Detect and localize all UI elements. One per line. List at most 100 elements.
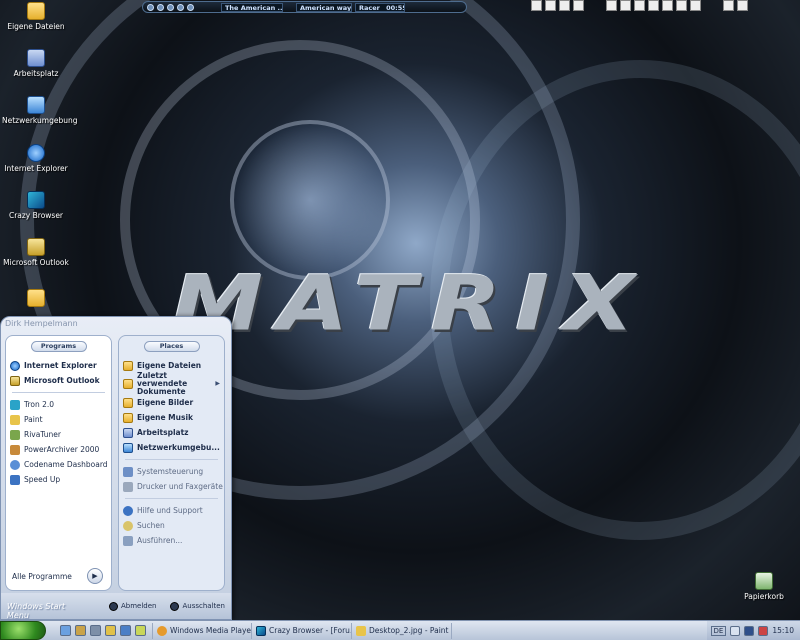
place-hilfe[interactable]: Hilfe und Support: [119, 503, 224, 518]
desktop-icon-label: Eigene Dateien: [7, 22, 65, 31]
internet-explorer-icon: [27, 144, 45, 162]
toolbar-gap: [587, 0, 603, 11]
place-ausfuehren[interactable]: Ausführen...: [119, 533, 224, 548]
start-item-codename-dashboard[interactable]: Codename Dashboard: [6, 457, 111, 472]
network-icon: [27, 96, 45, 114]
app-icon[interactable]: [531, 0, 542, 11]
place-eigene-bilder[interactable]: Eigene Bilder: [119, 395, 224, 410]
paint-icon: [10, 414, 20, 425]
start-item-paint[interactable]: Paint: [6, 412, 111, 427]
previous-icon[interactable]: [177, 3, 184, 11]
app-icon[interactable]: [648, 0, 659, 11]
word-icon[interactable]: [606, 0, 617, 11]
logoff-icon: [108, 601, 118, 611]
app-icon[interactable]: [545, 0, 556, 11]
place-arbeitsplatz[interactable]: Arbeitsplatz: [119, 425, 224, 440]
folder-icon: [123, 360, 133, 371]
desktop-icon-netzwerkumgebung[interactable]: Netzwerkumgebung: [2, 96, 78, 125]
start-item-internet-explorer[interactable]: Internet Explorer: [6, 358, 111, 373]
start-item-speed-up[interactable]: Speed Up: [6, 472, 111, 487]
app-icon[interactable]: [135, 625, 146, 636]
desktop-icon-eigene-dateien[interactable]: Eigene Dateien: [2, 2, 70, 31]
desktop-icon-label: Internet Explorer: [4, 164, 68, 173]
arrow-right-icon: ▶: [87, 568, 103, 584]
start-item-rivatuner[interactable]: RivaTuner: [6, 427, 111, 442]
shutdown-button[interactable]: Ausschalten: [170, 601, 225, 611]
task-button-crazy-browser[interactable]: Crazy Browser - [Foru...: [252, 622, 352, 639]
place-eigene-musik[interactable]: Eigene Musik: [119, 410, 224, 425]
internet-explorer-icon: [10, 360, 20, 371]
app-tray-icon[interactable]: [758, 625, 769, 636]
media-player-title: American way: [296, 2, 352, 12]
app-icon[interactable]: [573, 0, 584, 11]
place-recent-documents[interactable]: Zuletzt verwendete Dokumente ▶: [119, 372, 224, 396]
media-player-toolbar: The American ... American way Racer 00:5…: [142, 1, 467, 13]
app-icon[interactable]: [676, 0, 687, 11]
place-eigene-dateien[interactable]: Eigene Dateien: [119, 358, 224, 373]
desktop-icon-folder[interactable]: [2, 289, 70, 309]
place-netzwerkumgebung[interactable]: Netzwerkumgebu...: [119, 440, 224, 455]
pause-icon[interactable]: [157, 3, 164, 11]
media-player-track: The American ...: [221, 2, 283, 12]
logoff-button[interactable]: Abmelden: [108, 601, 156, 611]
clock[interactable]: 15:10: [772, 626, 794, 635]
start-menu-programs-panel: Programs Internet Explorer Microsoft Out…: [5, 335, 112, 591]
start-menu-places-panel: Places Eigene Dateien Zuletzt verwendete…: [118, 335, 225, 591]
run-icon: [123, 535, 133, 546]
play-icon[interactable]: [147, 3, 154, 11]
speed-icon: [10, 474, 20, 485]
music-icon: [123, 412, 133, 423]
next-icon[interactable]: [187, 3, 194, 11]
desktop-icon-label: Arbeitsplatz: [13, 69, 59, 78]
stop-icon[interactable]: [167, 3, 174, 11]
place-suchen[interactable]: Suchen: [119, 518, 224, 533]
taskbar: Windows Media Player Crazy Browser - [Fo…: [0, 620, 800, 640]
task-button-paint[interactable]: Desktop_2.jpg - Paint: [352, 622, 452, 639]
language-indicator[interactable]: DE: [710, 625, 727, 636]
app-icon[interactable]: [90, 625, 101, 636]
computer-icon: [27, 49, 45, 67]
app-icon[interactable]: [634, 0, 645, 11]
quicklaunch-bar: [60, 625, 146, 636]
app-icon[interactable]: [737, 0, 748, 11]
app-icon[interactable]: [662, 0, 673, 11]
app-icon[interactable]: [690, 0, 701, 11]
place-systemsteuerung[interactable]: Systemsteuerung: [119, 464, 224, 479]
app-icon[interactable]: [120, 625, 131, 636]
media-player-label: Racer 00:55: [355, 2, 405, 12]
wallpaper-core: [230, 120, 390, 280]
app-icon[interactable]: [559, 0, 570, 11]
app-icon[interactable]: [105, 625, 116, 636]
desktop-icon-crazy-browser[interactable]: Crazy Browser: [2, 191, 70, 220]
desktop-icon-label: Microsoft Outlook: [3, 258, 69, 267]
media-icon[interactable]: [744, 625, 755, 636]
desktop-icon-arbeitsplatz[interactable]: Arbeitsplatz: [2, 49, 70, 78]
start-item-powerarchiver[interactable]: PowerArchiver 2000: [6, 442, 111, 457]
chevron-right-icon: ▶: [215, 380, 220, 387]
desktop-icon-recycle-bin[interactable]: Papierkorb: [730, 572, 798, 601]
app-icon[interactable]: [620, 0, 631, 11]
toolbar-gap: [704, 0, 720, 11]
volume-icon[interactable]: [730, 625, 741, 636]
start-item-microsoft-outlook[interactable]: Microsoft Outlook: [6, 373, 111, 388]
app-icon[interactable]: [75, 625, 86, 636]
places-header: Places: [143, 341, 200, 352]
programs-header: Programs: [30, 341, 87, 352]
desktop-icon[interactable]: [723, 0, 734, 11]
show-desktop-icon[interactable]: [60, 625, 71, 636]
separator: [125, 498, 218, 499]
quicklaunch-toolbar-top: [531, 0, 748, 11]
desktop-icon-microsoft-outlook[interactable]: Microsoft Outlook: [2, 238, 70, 267]
computer-icon: [123, 427, 133, 438]
system-tray: DE 15:10: [706, 620, 800, 640]
start-item-tron[interactable]: Tron 2.0: [6, 397, 111, 412]
media-player-icon: [157, 625, 167, 636]
task-button-media-player[interactable]: Windows Media Player: [152, 622, 252, 639]
dashboard-icon: [10, 459, 20, 470]
place-drucker[interactable]: Drucker und Faxgeräte: [119, 479, 224, 494]
start-menu-footer: Windows Start Menu Abmelden Ausschalten: [1, 593, 231, 619]
all-programs-button[interactable]: Alle Programme ▶: [12, 568, 103, 584]
media-player-time: 00:55: [386, 3, 405, 12]
desktop-icon-internet-explorer[interactable]: Internet Explorer: [2, 144, 70, 173]
start-button[interactable]: [0, 621, 46, 640]
